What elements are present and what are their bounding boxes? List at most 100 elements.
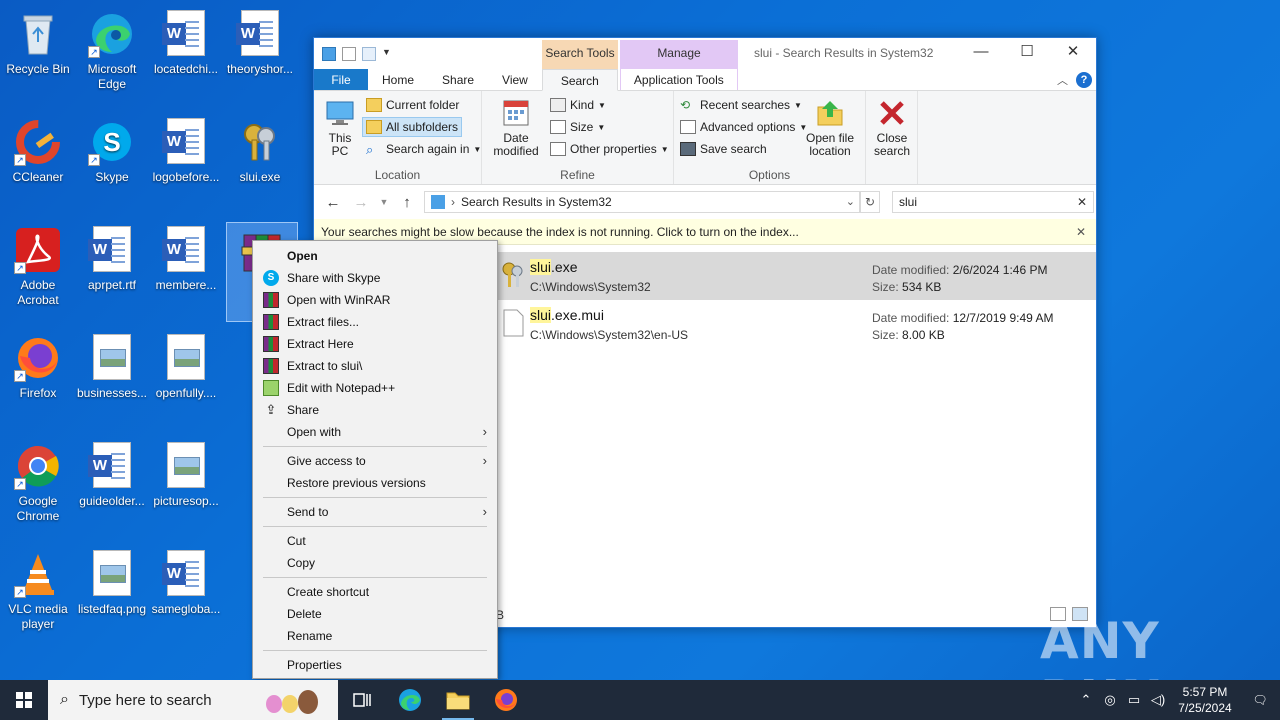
all-subfolders-label: All subfolders	[386, 120, 459, 134]
menu-item-rename[interactable]: Rename	[253, 625, 497, 647]
desktop-icon-recycle-bin[interactable]: Recycle Bin	[0, 4, 76, 104]
start-button[interactable]	[0, 680, 48, 720]
chevron-down-icon[interactable]: ▼	[378, 197, 390, 207]
back-arrow-icon[interactable]: ←	[322, 194, 344, 211]
recent-searches-button[interactable]: ⟲ Recent searches ▼	[680, 95, 802, 115]
menu-item-share[interactable]: ⇪ Share	[253, 399, 497, 421]
properties-icon[interactable]	[342, 46, 356, 61]
index-warning-text[interactable]: Your searches might be slow because the …	[321, 225, 799, 239]
tab-home[interactable]: Home	[368, 69, 428, 90]
notification-icon[interactable]: 🗨	[1240, 693, 1280, 707]
desktop-icon-ccleaner[interactable]: ↗ CCleaner	[0, 112, 76, 212]
close-icon[interactable]: ✕	[1076, 219, 1086, 245]
menu-item-open-with-winrar[interactable]: Open with WinRAR	[253, 289, 497, 311]
desktop-icon-theoryshor[interactable]: W theoryshor...	[222, 4, 298, 104]
desktop-icon-businesses[interactable]: businesses...	[74, 328, 150, 428]
menu-item-label: Delete	[287, 607, 322, 621]
chevron-up-icon[interactable]: ⌃	[1074, 692, 1098, 708]
new-folder-icon[interactable]	[362, 46, 376, 61]
close-button[interactable]: ✕	[1050, 38, 1096, 68]
open-file-location-button[interactable]: Open file location	[802, 97, 858, 158]
kind-button[interactable]: Kind ▼	[550, 95, 606, 115]
other-properties-button[interactable]: Other properties ▼	[550, 139, 669, 159]
volume-icon[interactable]: ◁)	[1146, 692, 1170, 708]
menu-item-delete[interactable]: Delete	[253, 603, 497, 625]
clock-time: 5:57 PM	[1182, 685, 1228, 699]
menu-item-cut[interactable]: Cut	[253, 530, 497, 552]
help-icon[interactable]: ?	[1076, 72, 1092, 88]
menu-item-open-with[interactable]: Open with ›	[253, 421, 497, 443]
desktop-icon-locatedchi[interactable]: W locatedchi...	[148, 4, 224, 104]
menu-item-extract-files[interactable]: Extract files...	[253, 311, 497, 333]
date-modified-button[interactable]: Date modified	[486, 97, 546, 158]
menu-item-copy[interactable]: Copy	[253, 552, 497, 574]
chevron-down-icon[interactable]: ⌄	[846, 195, 855, 208]
chevron-down-icon[interactable]: ▼	[382, 47, 392, 61]
meet-now-icon[interactable]: ◎	[1098, 692, 1122, 708]
folder-icon[interactable]	[322, 46, 336, 61]
chevron-up-icon[interactable]: ︿	[1057, 72, 1068, 88]
save-search-button[interactable]: Save search	[680, 139, 767, 159]
desktop-icon-picturesop[interactable]: picturesop...	[148, 436, 224, 536]
clear-search-icon[interactable]: ✕	[1077, 192, 1087, 212]
tab-view[interactable]: View	[488, 69, 542, 90]
advanced-options-button[interactable]: Advanced options ▼	[680, 117, 807, 137]
minimize-button[interactable]: —	[958, 38, 1004, 68]
desktop-icon-listedfaq[interactable]: listedfaq.png	[74, 544, 150, 644]
desktop-icon-firefox[interactable]: ↗ Firefox	[0, 328, 76, 428]
taskbar-search-box[interactable]: ⌕ Type here to search	[48, 680, 338, 720]
menu-item-share-with-skype[interactable]: S Share with Skype	[253, 267, 497, 289]
menu-item-label: Cut	[287, 534, 306, 548]
desktop-icon-skype[interactable]: S ↗ Skype	[74, 112, 150, 212]
desktop-icon-guideolder[interactable]: W guideolder...	[74, 436, 150, 536]
desktop-icon-vlc[interactable]: ↗ VLC media player	[0, 544, 76, 644]
search-again-in-button[interactable]: ⌕ Search again in ▼	[366, 139, 481, 159]
desktop-icon-openfully[interactable]: openfully....	[148, 328, 224, 428]
up-arrow-icon[interactable]: ↑	[396, 194, 418, 211]
desktop-icon-microsoft-edge[interactable]: ↗ Microsoft Edge	[74, 4, 150, 104]
search-input[interactable]: slui ✕	[892, 191, 1094, 213]
address-bar[interactable]: › Search Results in System32 ⌄	[424, 191, 860, 213]
task-view-button[interactable]	[338, 680, 386, 720]
close-search-button[interactable]: Close search	[870, 97, 914, 158]
name-rest: .exe.mui	[551, 307, 604, 323]
network-icon[interactable]: ▭	[1122, 692, 1146, 708]
all-subfolders-button[interactable]: All subfolders	[362, 117, 463, 137]
list-item[interactable]: slui.exe.mui C:\Windows\System32\en-US D…	[494, 300, 1096, 348]
desktop-icon-aprpet[interactable]: W aprpet.rtf	[74, 220, 150, 320]
menu-item-properties[interactable]: Properties	[253, 654, 497, 676]
taskbar-edge[interactable]	[386, 680, 434, 720]
title-bar[interactable]: ▼ Search Tools Manage slui - Search Resu…	[314, 38, 1096, 69]
tab-search[interactable]: Search	[541, 69, 618, 91]
menu-item-label: Properties	[287, 658, 342, 672]
size-button[interactable]: Size ▼	[550, 117, 605, 137]
current-folder-button[interactable]: Current folder	[366, 95, 459, 115]
tab-application-tools[interactable]: Application Tools	[619, 69, 738, 90]
maximize-button[interactable]: ☐	[1004, 38, 1050, 68]
taskbar-file-explorer[interactable]	[434, 680, 482, 720]
desktop-icon-google-chrome[interactable]: ↗ Google Chrome	[0, 436, 76, 536]
menu-item-send-to[interactable]: Send to ›	[253, 501, 497, 523]
menu-item-extract-to[interactable]: Extract to slui\	[253, 355, 497, 377]
menu-item-extract-here[interactable]: Extract Here	[253, 333, 497, 355]
this-pc-button[interactable]: This PC	[322, 97, 358, 158]
desktop-icon-samegloba[interactable]: W samegloba...	[148, 544, 224, 644]
desktop-icon-label: Adobe Acrobat	[17, 278, 59, 307]
taskbar-firefox[interactable]	[482, 680, 530, 720]
tab-share[interactable]: Share	[428, 69, 488, 90]
list-item[interactable]: slui.exe C:\Windows\System32 Date modifi…	[494, 252, 1096, 300]
menu-item-label: Open with WinRAR	[287, 293, 391, 307]
desktop-icon-slui-exe[interactable]: slui.exe	[222, 112, 298, 212]
menu-item-give-access-to[interactable]: Give access to ›	[253, 450, 497, 472]
clock[interactable]: 5:57 PM 7/25/2024	[1170, 684, 1240, 716]
tab-file[interactable]: File	[314, 69, 368, 90]
menu-item-create-shortcut[interactable]: Create shortcut	[253, 581, 497, 603]
menu-item-open[interactable]: Open	[253, 245, 497, 267]
desktop-icon-logobefore[interactable]: W logobefore...	[148, 112, 224, 212]
menu-item-edit-with-notepad[interactable]: Edit with Notepad++	[253, 377, 497, 399]
desktop-icon-adobe-acrobat[interactable]: ↗ Adobe Acrobat	[0, 220, 76, 320]
menu-item-restore-previous-versions[interactable]: Restore previous versions	[253, 472, 497, 494]
refresh-button[interactable]: ↻	[860, 191, 880, 213]
desktop-icon-membere[interactable]: W membere...	[148, 220, 224, 320]
forward-arrow-icon[interactable]: →	[350, 194, 372, 211]
